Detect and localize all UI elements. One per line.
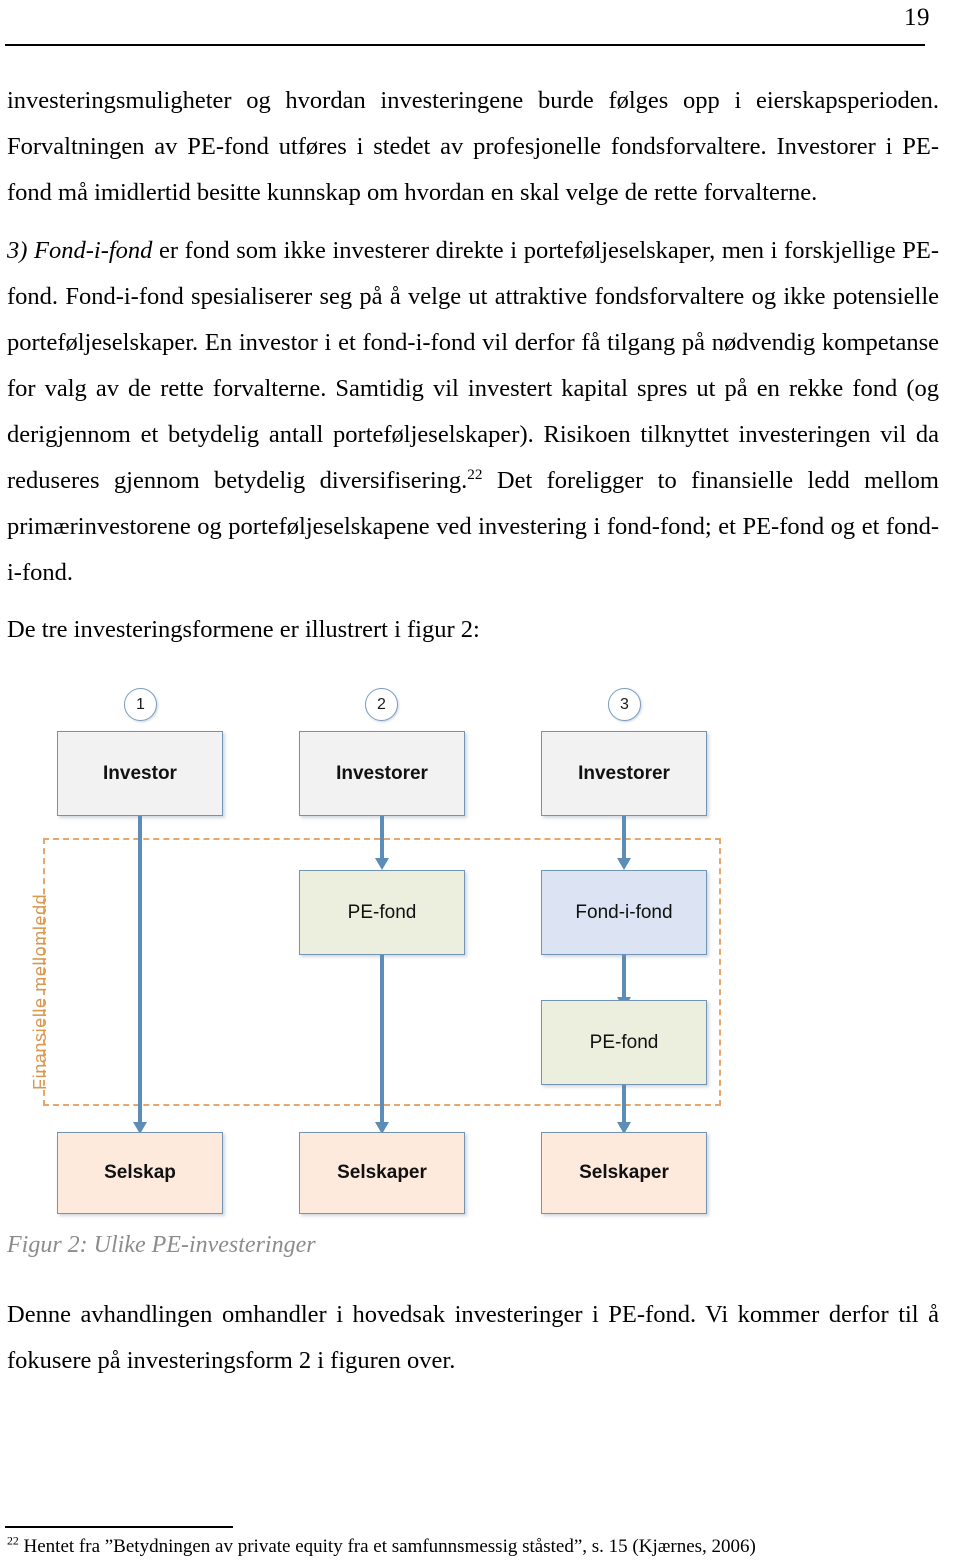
paragraph-1: investeringsmuligheter og hvordan invest… [7, 78, 939, 216]
box-pefond-col2: PE-fond [299, 870, 465, 955]
connector-col2-investorer-to-pefond [380, 816, 384, 861]
footnote: 22 Hentet fra ”Betydningen av private eq… [7, 1534, 937, 1560]
arrowhead-col2-pefond [375, 858, 389, 870]
paragraph-2-body-a: er fond som ikke investerer direkte i po… [7, 237, 939, 494]
connector-col1-investor-to-selskap [138, 816, 142, 1126]
box-selskaper-col2: Selskaper [299, 1132, 465, 1214]
box-investorer-col2: Investorer [299, 731, 465, 816]
figure-2-diagram: Finansielle mellomledd 1 Investor Selska… [0, 660, 960, 1220]
header-rule [5, 44, 925, 46]
box-selskap-col1: Selskap [57, 1132, 223, 1214]
box-fondifond-col3: Fond-i-fond [541, 870, 707, 955]
box-investor-col1: Investor [57, 731, 223, 816]
paragraph-3-text: De tre investeringsformene er illustrert… [7, 616, 480, 643]
footnote-number: 22 [7, 1534, 19, 1548]
paragraph-1-text: investeringsmuligheter og hvordan invest… [7, 87, 939, 206]
financial-intermediary-label: Finansielle mellomledd [30, 893, 50, 1090]
marker-circle-1: 1 [124, 688, 157, 721]
footnote-marker-inline: 22 [467, 465, 483, 483]
connector-col3-fondifond-to-pefond [622, 955, 626, 1000]
footnote-text: Hentet fra ”Betydningen av private equit… [23, 1536, 756, 1557]
marker-circle-2: 2 [365, 688, 398, 721]
box-selskaper-col3: Selskaper [541, 1132, 707, 1214]
footnote-separator-rule [5, 1526, 233, 1528]
figure-caption: Figur 2: Ulike PE-investeringer [7, 1232, 316, 1258]
paragraph-3: De tre investeringsformene er illustrert… [7, 607, 939, 653]
paragraph-2-italic-lead: 3) Fond-i-fond [7, 237, 153, 264]
paragraph-4: Denne avhandlingen omhandler i hovedsak … [7, 1292, 939, 1384]
paragraph-2-text: 3) Fond-i-fond er fond som ikke invester… [7, 228, 939, 596]
marker-circle-3: 3 [608, 688, 641, 721]
box-investorer-col3: Investorer [541, 731, 707, 816]
arrowhead-col3-fondifond [617, 858, 631, 870]
connector-col3-pefond-to-selskaper [622, 1085, 626, 1127]
paragraph-2: 3) Fond-i-fond er fond som ikke invester… [7, 228, 939, 596]
paragraph-4-text: Denne avhandlingen omhandler i hovedsak … [7, 1301, 939, 1374]
box-pefond-col3: PE-fond [541, 1000, 707, 1085]
page-number: 19 [904, 4, 930, 31]
connector-col3-investorer-to-fondifond [622, 816, 626, 861]
connector-col2-pefond-to-selskaper [380, 955, 384, 1127]
